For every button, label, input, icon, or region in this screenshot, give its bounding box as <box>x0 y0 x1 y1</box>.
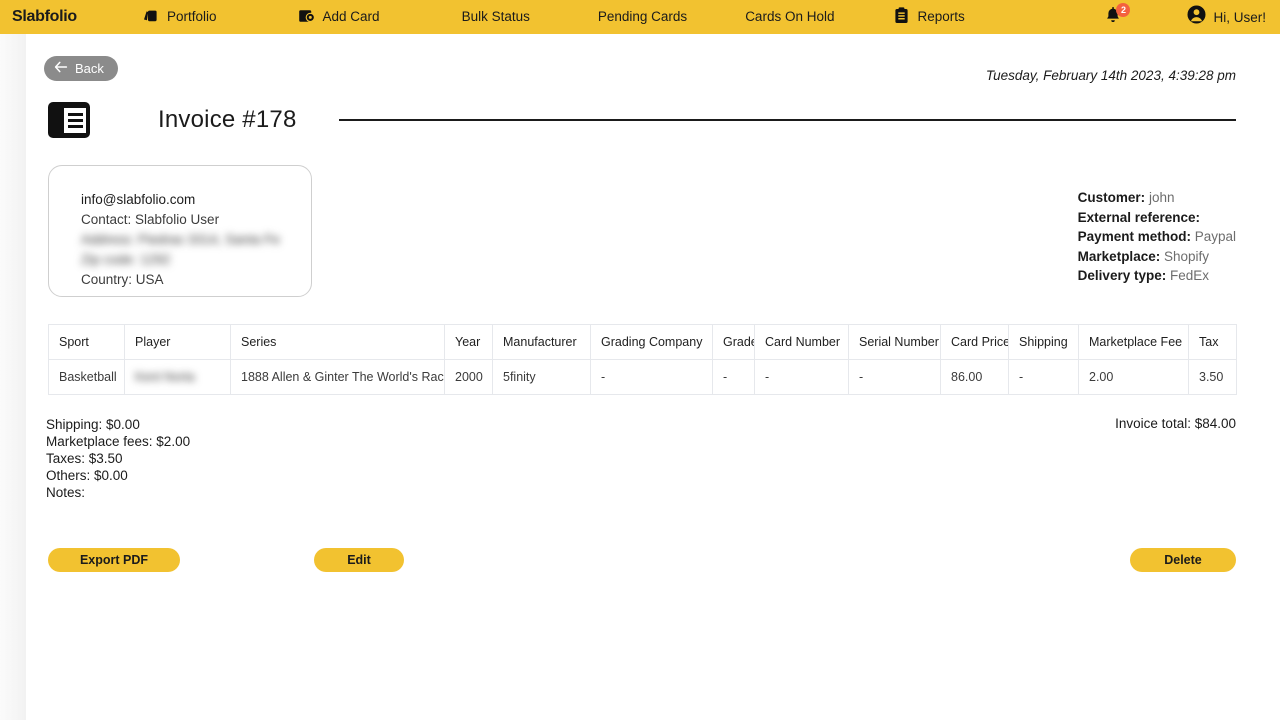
nav-label-pending-cards: Pending Cards <box>597 9 688 25</box>
customer-value-payment-method: Paypal <box>1194 229 1236 244</box>
totals-summary: Shipping: $0.00 Marketplace fees: $2.00 … <box>46 416 190 501</box>
nav-label-reports: Reports <box>917 9 965 25</box>
col-header-grading-company[interactable]: Grading Company <box>590 324 713 360</box>
customer-label-customer: Customer: <box>1077 190 1146 205</box>
clipboard-icon <box>894 7 909 27</box>
invoice-document-icon <box>48 102 90 138</box>
cell-grading-company: - <box>590 359 713 395</box>
customer-value-marketplace: Shopify <box>1163 248 1210 264</box>
user-greeting-label: Hi, User! <box>1213 9 1266 25</box>
cell-player: Kent Norta <box>124 359 231 395</box>
nav-item-pending-cards[interactable]: Pending Cards <box>598 10 687 24</box>
seller-address: Address: Piedras 3314, Santa Fe <box>81 232 280 247</box>
col-header-series[interactable]: Series <box>230 324 445 360</box>
customer-value-customer: john <box>1148 190 1175 205</box>
total-shipping: Shipping: $0.00 <box>46 417 140 432</box>
user-menu[interactable]: Hi, User! <box>1187 5 1266 29</box>
nav-label-cards-on-hold: Cards On Hold <box>745 9 835 25</box>
user-avatar-icon <box>1187 5 1206 29</box>
invoice-items-table-wrapper: Sport Player Series Year Manufacturer Gr… <box>48 324 1237 395</box>
cell-serial-number: - <box>848 359 941 395</box>
nav-item-portfolio[interactable]: Portfolio <box>142 8 217 27</box>
total-marketplace-fees: Marketplace fees: $2.00 <box>46 434 191 449</box>
nav-item-bulk-status[interactable]: Bulk Status <box>462 10 530 24</box>
nav-label-portfolio: Portfolio <box>167 9 217 25</box>
cell-manufacturer: 5finity <box>492 359 591 395</box>
customer-label-marketplace: Marketplace: <box>1077 248 1161 264</box>
top-navbar: Slabfolio Portfolio Add Card Bulk Status… <box>0 0 1280 34</box>
back-button-label: Back <box>75 61 104 76</box>
invoice-items-table: Sport Player Series Year Manufacturer Gr… <box>48 324 1237 395</box>
total-others: Others: $0.00 <box>46 468 128 483</box>
nav-label-bulk-status: Bulk Status <box>461 9 530 25</box>
total-notes: Notes: <box>46 485 86 500</box>
brand-logo[interactable]: Slabfolio <box>12 8 124 26</box>
portfolio-icon <box>142 8 159 27</box>
page-title: Invoice #178 <box>158 106 297 133</box>
navbar-right-section: 2 Hi, User! <box>1103 3 1266 29</box>
cell-year: 2000 <box>444 359 493 395</box>
col-header-sport[interactable]: Sport <box>48 324 125 360</box>
invoice-title-row: Invoice #178 <box>48 100 1236 140</box>
col-header-serial-number[interactable]: Serial Number <box>848 324 941 360</box>
nav-item-cards-on-hold[interactable]: Cards On Hold <box>745 10 834 24</box>
cell-series: 1888 Allen & Ginter The World's Racers <box>230 359 445 395</box>
customer-field-customer: Customer: john <box>1078 188 1236 208</box>
edit-button[interactable]: Edit <box>314 548 404 572</box>
customer-value-delivery-type: FedEx <box>1169 268 1210 283</box>
cell-card-number: - <box>754 359 849 395</box>
customer-label-external-reference: External reference: <box>1077 209 1200 225</box>
left-edge-strip <box>0 34 26 720</box>
col-header-card-price[interactable]: Card Price <box>940 324 1009 360</box>
invoice-total: Invoice total: $84.00 <box>1115 416 1236 431</box>
col-header-card-number[interactable]: Card Number <box>754 324 849 360</box>
cell-grade: - <box>712 359 755 395</box>
table-row[interactable]: Basketball Kent Norta 1888 Allen & Ginte… <box>48 359 1237 395</box>
customer-label-delivery-type: Delivery type: <box>1077 268 1167 283</box>
cell-card-price: 86.00 <box>940 359 1009 395</box>
customer-field-external-reference: External reference: <box>1078 208 1236 228</box>
nav-menu: Portfolio Add Card Bulk Status Pending C… <box>124 7 1103 27</box>
cell-marketplace-fee: 2.00 <box>1078 359 1189 395</box>
nav-label-add-card: Add Card <box>322 9 380 25</box>
col-header-player[interactable]: Player <box>124 324 231 360</box>
customer-field-payment-method: Payment method: Paypal <box>1078 227 1236 247</box>
total-taxes: Taxes: $3.50 <box>46 451 123 466</box>
invoice-page: Slabfolio Portfolio Add Card Bulk Status… <box>0 0 1280 720</box>
seller-email: info@slabfolio.com <box>81 192 196 207</box>
arrow-left-icon <box>54 61 68 76</box>
title-divider <box>338 119 1236 121</box>
table-header-row: Sport Player Series Year Manufacturer Gr… <box>48 324 1237 360</box>
back-button[interactable]: Back <box>44 56 118 81</box>
customer-field-delivery-type: Delivery type: FedEx <box>1078 266 1236 286</box>
cell-tax: 3.50 <box>1188 359 1237 395</box>
col-header-year[interactable]: Year <box>444 324 493 360</box>
col-header-marketplace-fee[interactable]: Marketplace Fee <box>1078 324 1189 360</box>
export-pdf-button[interactable]: Export PDF <box>48 548 180 572</box>
seller-zip: Zip code: 1292 <box>81 252 171 267</box>
notifications-button[interactable]: 2 <box>1103 3 1131 28</box>
col-header-manufacturer[interactable]: Manufacturer <box>492 324 591 360</box>
col-header-grade[interactable]: Grade <box>712 324 755 360</box>
delete-button[interactable]: Delete <box>1130 548 1236 572</box>
current-datetime: Tuesday, February 14th 2023, 4:39:28 pm <box>985 68 1236 83</box>
col-header-tax[interactable]: Tax <box>1188 324 1237 360</box>
cell-sport: Basketball <box>48 359 125 395</box>
customer-field-marketplace: Marketplace: Shopify <box>1078 247 1236 267</box>
notification-count-badge: 2 <box>1116 3 1131 17</box>
seller-contact: Contact: Slabfolio User <box>81 212 220 227</box>
seller-info-card: info@slabfolio.com Contact: Slabfolio Us… <box>48 165 312 297</box>
seller-country: Country: USA <box>81 272 164 287</box>
customer-info-block: Customer: john External reference: Payme… <box>1078 188 1236 286</box>
nav-item-reports[interactable]: Reports <box>894 7 965 27</box>
nav-item-add-card[interactable]: Add Card <box>298 8 380 27</box>
customer-label-payment-method: Payment method: <box>1077 229 1191 244</box>
add-card-icon <box>298 8 315 27</box>
cell-shipping: - <box>1008 359 1079 395</box>
col-header-shipping[interactable]: Shipping <box>1008 324 1079 360</box>
